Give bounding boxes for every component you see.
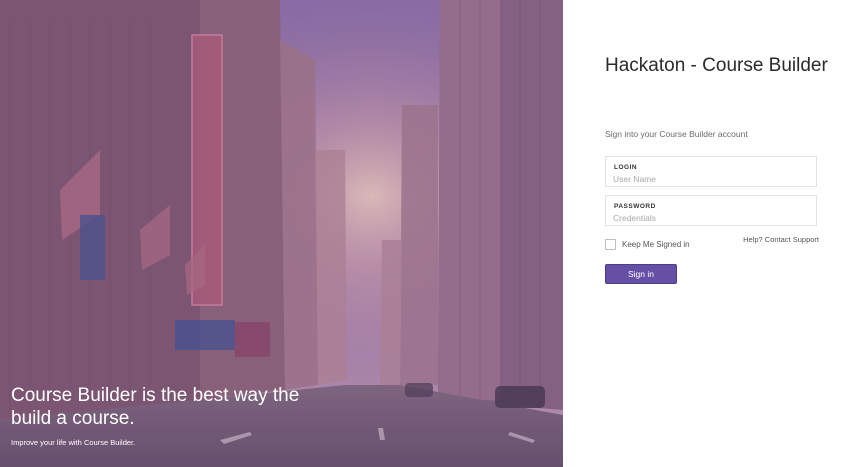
password-label: PASSWORD — [614, 203, 656, 210]
remember-checkbox[interactable] — [605, 239, 616, 250]
login-panel: Hackaton - Course Builder Sign into your… — [563, 0, 861, 467]
remember-me[interactable]: Keep Me Signed in — [605, 239, 690, 250]
app-title: Hackaton - Course Builder — [605, 55, 828, 76]
sign-in-button[interactable]: Sign in — [605, 264, 677, 284]
contact-support-link[interactable]: Help? Contact Support — [743, 235, 819, 244]
remember-label: Keep Me Signed in — [622, 240, 690, 249]
password-input[interactable] — [613, 212, 809, 224]
username-label: LOGIN — [614, 164, 638, 171]
hero-panel: Course Builder is the best way the build… — [0, 0, 563, 467]
hero-tagline: Improve your life with Course Builder. — [11, 438, 136, 447]
hero-headline: Course Builder is the best way the build… — [11, 385, 300, 429]
username-input[interactable] — [613, 173, 809, 185]
login-subtitle: Sign into your Course Builder account — [605, 129, 748, 139]
password-field[interactable]: PASSWORD — [605, 195, 817, 226]
username-field[interactable]: LOGIN — [605, 156, 817, 187]
